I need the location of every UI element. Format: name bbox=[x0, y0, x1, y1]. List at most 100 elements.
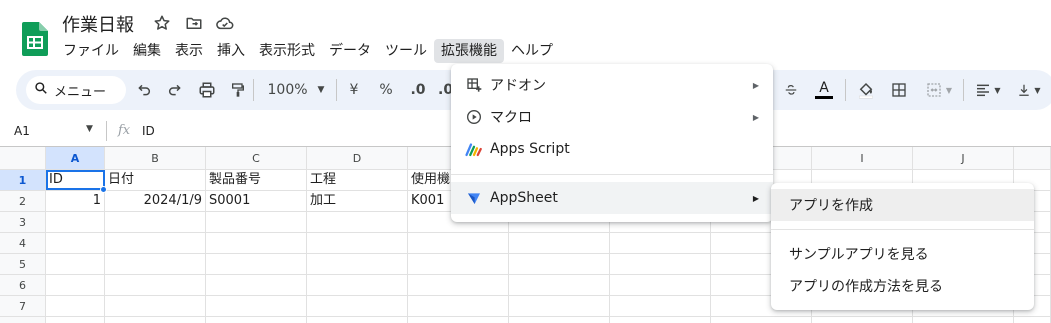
grid-cell[interactable] bbox=[46, 275, 105, 296]
search-menus-button[interactable]: メニュー bbox=[26, 76, 126, 104]
menu-data[interactable]: データ bbox=[322, 39, 378, 63]
increase-decimal-button[interactable]: .0 bbox=[438, 78, 452, 102]
row-header-2[interactable]: 2 bbox=[0, 191, 46, 212]
grid-cell[interactable] bbox=[307, 212, 408, 233]
grid-cell[interactable] bbox=[307, 275, 408, 296]
column-header-i[interactable]: I bbox=[812, 147, 913, 170]
grid-cell[interactable] bbox=[812, 317, 913, 323]
grid-cell[interactable] bbox=[206, 233, 307, 254]
column-header-c[interactable]: C bbox=[206, 147, 307, 170]
fill-handle[interactable] bbox=[100, 186, 107, 193]
cell-c1[interactable]: 製品番号 bbox=[206, 170, 307, 191]
grid-cell[interactable] bbox=[46, 212, 105, 233]
grid-cell[interactable] bbox=[509, 296, 610, 317]
menu-item-appsheet[interactable]: AppSheet ▶ bbox=[451, 182, 773, 214]
grid-cell[interactable] bbox=[307, 254, 408, 275]
menu-extensions[interactable]: 拡張機能 bbox=[434, 39, 504, 63]
grid-cell[interactable] bbox=[206, 212, 307, 233]
grid-cell[interactable] bbox=[509, 275, 610, 296]
star-icon[interactable] bbox=[151, 12, 173, 34]
cell-a2[interactable]: 1 bbox=[46, 191, 105, 212]
menu-format[interactable]: 表示形式 bbox=[252, 39, 322, 63]
grid-cell[interactable] bbox=[408, 275, 509, 296]
decrease-decimal-button[interactable]: .0 bbox=[408, 78, 428, 102]
grid-cell[interactable] bbox=[408, 254, 509, 275]
cell-d1[interactable]: 工程 bbox=[307, 170, 408, 191]
grid-cell[interactable] bbox=[105, 296, 206, 317]
menu-help[interactable]: ヘルプ bbox=[504, 39, 560, 63]
grid-cell[interactable] bbox=[610, 296, 711, 317]
submenu-item-create-app[interactable]: アプリを作成 bbox=[771, 189, 1034, 221]
strikethrough-icon[interactable] bbox=[782, 78, 800, 102]
redo-icon[interactable] bbox=[165, 78, 185, 102]
grid-cell[interactable] bbox=[46, 296, 105, 317]
grid-cell[interactable] bbox=[307, 317, 408, 323]
grid-cell[interactable] bbox=[408, 233, 509, 254]
column-header-d[interactable]: D bbox=[307, 147, 408, 170]
vertical-align-icon[interactable]: ▼ bbox=[1012, 78, 1046, 102]
submenu-item-how-to-create[interactable]: アプリの作成方法を見る bbox=[771, 270, 1034, 302]
menu-edit[interactable]: 編集 bbox=[126, 39, 168, 63]
paint-format-icon[interactable] bbox=[228, 78, 248, 102]
currency-format-button[interactable]: ¥ bbox=[346, 78, 362, 102]
column-header-k[interactable] bbox=[1014, 147, 1051, 170]
grid-cell[interactable] bbox=[1014, 317, 1051, 323]
grid-cell[interactable] bbox=[105, 254, 206, 275]
grid-cell[interactable] bbox=[509, 233, 610, 254]
grid-cell[interactable] bbox=[610, 275, 711, 296]
column-header-a[interactable]: A bbox=[46, 147, 105, 170]
grid-cell[interactable] bbox=[105, 233, 206, 254]
undo-icon[interactable] bbox=[134, 78, 154, 102]
grid-cell[interactable] bbox=[46, 233, 105, 254]
grid-cell[interactable] bbox=[913, 317, 1014, 323]
row-header-7[interactable]: 7 bbox=[0, 296, 46, 317]
row-header-5[interactable]: 5 bbox=[0, 254, 46, 275]
row-header-1[interactable]: 1 bbox=[0, 170, 46, 191]
grid-cell[interactable] bbox=[509, 254, 610, 275]
grid-cell[interactable] bbox=[206, 317, 307, 323]
row-header-3[interactable]: 3 bbox=[0, 212, 46, 233]
grid-cell[interactable] bbox=[711, 317, 812, 323]
borders-icon[interactable] bbox=[888, 78, 910, 102]
grid-cell[interactable] bbox=[408, 317, 509, 323]
percent-format-button[interactable]: % bbox=[377, 78, 395, 102]
text-color-icon[interactable]: A bbox=[813, 78, 835, 102]
cell-c2[interactable]: S0001 bbox=[206, 191, 307, 212]
grid-cell[interactable] bbox=[610, 317, 711, 323]
grid-cell[interactable] bbox=[105, 275, 206, 296]
cell-b2[interactable]: 2024/1/9 bbox=[105, 191, 206, 212]
menu-item-macros[interactable]: マクロ ▶ bbox=[451, 101, 773, 133]
formula-input[interactable]: ID bbox=[142, 124, 155, 138]
grid-cell[interactable] bbox=[610, 254, 711, 275]
menu-insert[interactable]: 挿入 bbox=[210, 39, 252, 63]
grid-cell[interactable] bbox=[105, 317, 206, 323]
cell-b1[interactable]: 日付 bbox=[105, 170, 206, 191]
grid-cell[interactable] bbox=[307, 296, 408, 317]
document-title[interactable]: 作業日報 bbox=[62, 11, 134, 37]
cell-d2[interactable]: 加工 bbox=[307, 191, 408, 212]
chevron-down-icon[interactable]: ▼ bbox=[86, 124, 93, 134]
merge-cells-icon[interactable]: ▼ bbox=[920, 78, 958, 102]
grid-cell[interactable] bbox=[307, 233, 408, 254]
menu-view[interactable]: 表示 bbox=[168, 39, 210, 63]
row-header-4[interactable]: 4 bbox=[0, 233, 46, 254]
print-icon[interactable] bbox=[196, 78, 218, 102]
submenu-item-sample-apps[interactable]: サンプルアプリを見る bbox=[771, 238, 1034, 270]
grid-cell[interactable] bbox=[206, 275, 307, 296]
grid-cell[interactable] bbox=[46, 254, 105, 275]
column-header-b[interactable]: B bbox=[105, 147, 206, 170]
grid-cell[interactable] bbox=[408, 296, 509, 317]
sheets-logo-icon[interactable] bbox=[22, 22, 48, 56]
grid-cell[interactable] bbox=[206, 254, 307, 275]
column-header-j[interactable]: J bbox=[913, 147, 1014, 170]
grid-cell[interactable] bbox=[509, 317, 610, 323]
menu-file[interactable]: ファイル bbox=[56, 39, 126, 63]
grid-cell[interactable] bbox=[105, 212, 206, 233]
menu-tools[interactable]: ツール bbox=[378, 39, 434, 63]
grid-cell[interactable] bbox=[206, 296, 307, 317]
grid-cell[interactable] bbox=[610, 233, 711, 254]
move-folder-icon[interactable] bbox=[183, 12, 205, 34]
row-header-6[interactable]: 6 bbox=[0, 275, 46, 296]
zoom-select[interactable]: 100% ▼ bbox=[262, 78, 330, 102]
row-header-8[interactable] bbox=[0, 317, 46, 323]
